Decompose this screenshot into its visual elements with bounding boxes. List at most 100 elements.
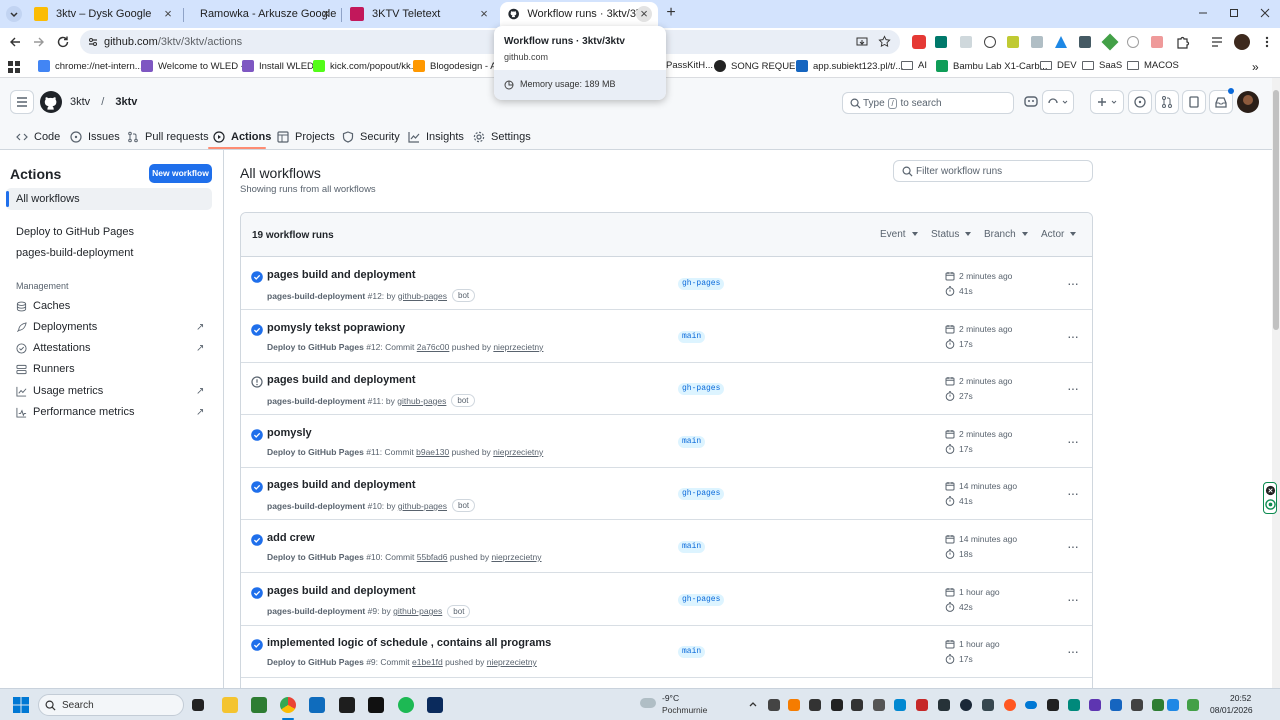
github-logo-icon[interactable]: [40, 91, 62, 113]
global-menu-button[interactable]: [10, 90, 34, 114]
copilot-button[interactable]: [1020, 90, 1044, 114]
extension-icon[interactable]: [1055, 36, 1067, 48]
kebab-menu-icon[interactable]: ···: [1067, 328, 1079, 344]
tab-settings[interactable]: Settings: [473, 126, 531, 148]
tab-pull-requests[interactable]: Pull requests: [127, 126, 209, 148]
kebab-menu-icon[interactable]: ···: [1067, 643, 1079, 659]
sidebar-item-caches[interactable]: Caches: [16, 300, 70, 312]
tab-search-button[interactable]: [6, 6, 22, 22]
weather-icon[interactable]: [640, 698, 656, 708]
bookmark-item[interactable]: Bambu Lab X1-Carb...: [936, 60, 1048, 72]
tray-app-icon[interactable]: [1131, 699, 1143, 711]
extensions-puzzle-icon[interactable]: [1176, 35, 1190, 49]
issues-button[interactable]: [1128, 90, 1152, 114]
tray-app-icon[interactable]: [1068, 699, 1080, 711]
tray-app-icon[interactable]: [916, 699, 928, 711]
tab-security[interactable]: Security: [342, 126, 400, 148]
tray-app-icon[interactable]: [1187, 699, 1199, 711]
close-tab-icon[interactable]: ×: [160, 6, 176, 22]
extension-icon[interactable]: [984, 36, 996, 48]
tray-app-icon[interactable]: [982, 699, 994, 711]
extension-icon[interactable]: [1151, 36, 1163, 48]
run-link[interactable]: github-pages: [398, 291, 447, 301]
side-widget[interactable]: [1263, 482, 1277, 514]
branch-label[interactable]: gh-pages: [678, 278, 725, 290]
steam-icon[interactable]: [960, 699, 972, 711]
kebab-menu-icon[interactable]: ···: [1067, 485, 1079, 501]
tab-code[interactable]: Code: [16, 126, 60, 148]
tray-app-icon[interactable]: [1047, 699, 1059, 711]
filter-status-dropdown[interactable]: Status: [931, 229, 971, 240]
repositories-button[interactable]: [1182, 90, 1206, 114]
workflow-run-row[interactable]: pomysly tekst poprawiony Deploy to GitHub…: [241, 310, 1092, 363]
outlook-icon[interactable]: [309, 697, 325, 713]
close-tab-icon[interactable]: ×: [476, 6, 492, 22]
sidebar-item-deployments[interactable]: Deployments: [16, 321, 97, 333]
tab-sheets[interactable]: Ramowka - Arkusze Google ×: [184, 2, 340, 26]
run-title[interactable]: pages build and deployment: [267, 374, 416, 386]
run-title[interactable]: pomysly: [267, 427, 312, 439]
site-info-icon[interactable]: [87, 36, 99, 48]
run-actor-link[interactable]: nieprzecietny: [487, 657, 537, 667]
sidebar-item-all-workflows[interactable]: All workflows: [6, 188, 212, 210]
pull-requests-button[interactable]: [1155, 90, 1179, 114]
extension-icon[interactable]: [1007, 36, 1019, 48]
bookmark-folder[interactable]: SaaS: [1082, 60, 1122, 71]
run-title[interactable]: implemented logic of schedule , contains…: [267, 637, 551, 649]
clock-time[interactable]: 20:52: [1230, 693, 1251, 703]
more-bookmarks-icon[interactable]: »: [1252, 60, 1259, 74]
run-link[interactable]: 55bfad6: [417, 552, 448, 562]
workflow-run-row[interactable]: pages build and deployment pages-build-de…: [241, 257, 1092, 310]
kebab-menu-icon[interactable]: ···: [1067, 591, 1079, 607]
close-tab-icon[interactable]: ×: [318, 6, 334, 22]
workflow-run-row[interactable]: implemented logic of schedule , contains…: [241, 625, 1092, 679]
more-vert-icon[interactable]: [1260, 35, 1274, 49]
branch-label[interactable]: gh-pages: [678, 593, 725, 606]
close-window-icon[interactable]: [1258, 6, 1272, 20]
workflow-run-row[interactable]: pages build and deployment pages-build-de…: [241, 362, 1092, 416]
store-icon[interactable]: [251, 697, 267, 713]
workflow-run-row[interactable]: add crew Deploy to GitHub Pages #10: Comm…: [241, 520, 1092, 573]
apps-grid-icon[interactable]: [8, 61, 20, 73]
tray-app-icon[interactable]: [1167, 699, 1179, 711]
tray-app-icon[interactable]: [788, 699, 800, 711]
tray-app-icon[interactable]: [873, 699, 885, 711]
filter-branch-dropdown[interactable]: Branch: [984, 229, 1028, 240]
tray-app-icon[interactable]: [1004, 699, 1016, 711]
run-title[interactable]: pomysly tekst poprawiony: [267, 322, 405, 334]
sidebar-item-runners[interactable]: Runners: [16, 363, 75, 375]
notifications-button[interactable]: [1209, 88, 1234, 114]
tab-actions[interactable]: Actions: [213, 126, 271, 148]
run-link[interactable]: github-pages: [398, 501, 447, 511]
bookmark-item[interactable]: kick.com/popout/kk...: [313, 60, 419, 72]
kebab-menu-icon[interactable]: ···: [1067, 275, 1079, 291]
extension-badge-icon[interactable]: [912, 35, 926, 49]
branch-label[interactable]: main: [678, 646, 706, 659]
kebab-menu-icon[interactable]: ···: [1067, 433, 1079, 449]
extension-icon[interactable]: [1079, 36, 1091, 48]
tray-app-icon[interactable]: [831, 699, 843, 711]
bookmark-item[interactable]: chrome://net-intern...: [38, 60, 143, 72]
tab-google-drive[interactable]: 3ktv – Dysk Google ×: [26, 2, 182, 26]
tray-app-icon[interactable]: [851, 699, 863, 711]
tab-workflow-runs[interactable]: Workflow runs · 3ktv/3ktv ×: [500, 2, 658, 26]
editor-icon[interactable]: [427, 697, 443, 713]
file-explorer-icon[interactable]: [222, 697, 238, 713]
tab-projects[interactable]: Projects: [277, 126, 335, 148]
branch-label[interactable]: main: [678, 330, 706, 343]
branch-label[interactable]: gh-pages: [678, 383, 725, 396]
tab-teletext[interactable]: 3KTV Teletext ×: [342, 2, 498, 26]
tray-chevron-up-icon[interactable]: [748, 699, 758, 709]
user-avatar[interactable]: [1237, 91, 1259, 113]
bookmark-item[interactable]: Blogodesign - Ars: [413, 60, 504, 72]
sidebar-item-workflow[interactable]: pages-build-deployment: [16, 247, 133, 259]
reading-list-icon[interactable]: [1210, 35, 1224, 49]
new-tab-button[interactable]: +: [662, 4, 680, 22]
bookmark-star-icon[interactable]: [878, 35, 891, 48]
extension-icon[interactable]: [935, 36, 947, 48]
scrollbar-thumb[interactable]: [1273, 90, 1279, 330]
run-title[interactable]: pages build and deployment: [267, 479, 416, 491]
forward-icon[interactable]: [32, 35, 46, 49]
bookmark-item[interactable]: SONG REQUEST: [714, 60, 808, 72]
address-bar[interactable]: github.com/3ktv/3ktv/actions: [80, 30, 900, 54]
